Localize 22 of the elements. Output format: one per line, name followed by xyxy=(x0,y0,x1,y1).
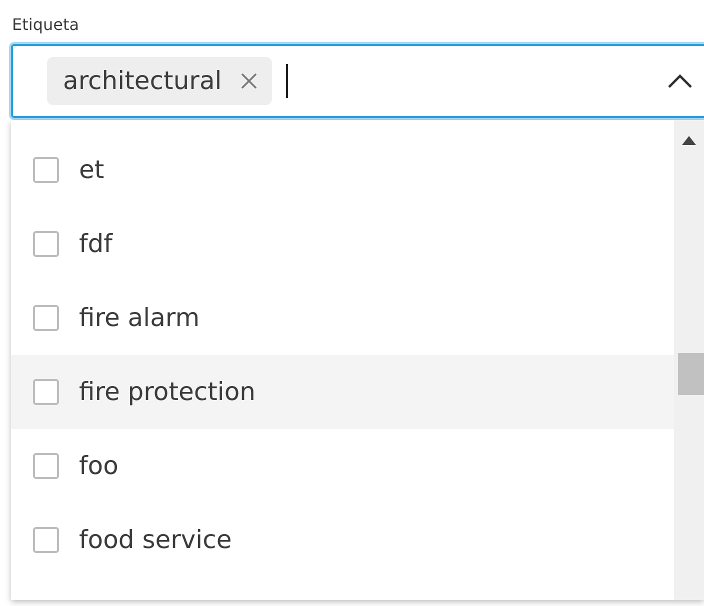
checkbox[interactable] xyxy=(33,305,59,331)
option-label: fire alarm xyxy=(79,302,200,334)
checkbox[interactable] xyxy=(33,157,59,183)
checkbox[interactable] xyxy=(33,379,59,405)
option-label: food service xyxy=(79,524,232,556)
checkbox[interactable] xyxy=(33,231,59,257)
option-label: foo xyxy=(79,450,118,482)
tag-label: architectural xyxy=(63,65,222,98)
text-cursor xyxy=(286,64,288,98)
scrollbar-thumb[interactable] xyxy=(678,353,704,395)
scroll-up-icon[interactable] xyxy=(682,136,696,145)
option-item[interactable]: fire protection xyxy=(11,355,674,429)
chevron-up-icon[interactable] xyxy=(667,73,693,89)
option-label: fire protection xyxy=(79,376,256,408)
option-label: fdf xyxy=(79,228,112,260)
checkbox[interactable] xyxy=(33,453,59,479)
tag-input-field[interactable]: architectural xyxy=(11,44,704,118)
scrollbar[interactable] xyxy=(674,120,704,600)
field-label: Etiqueta xyxy=(12,14,80,36)
checkbox[interactable] xyxy=(33,527,59,553)
close-icon[interactable] xyxy=(240,72,258,90)
option-label: et xyxy=(79,154,104,186)
